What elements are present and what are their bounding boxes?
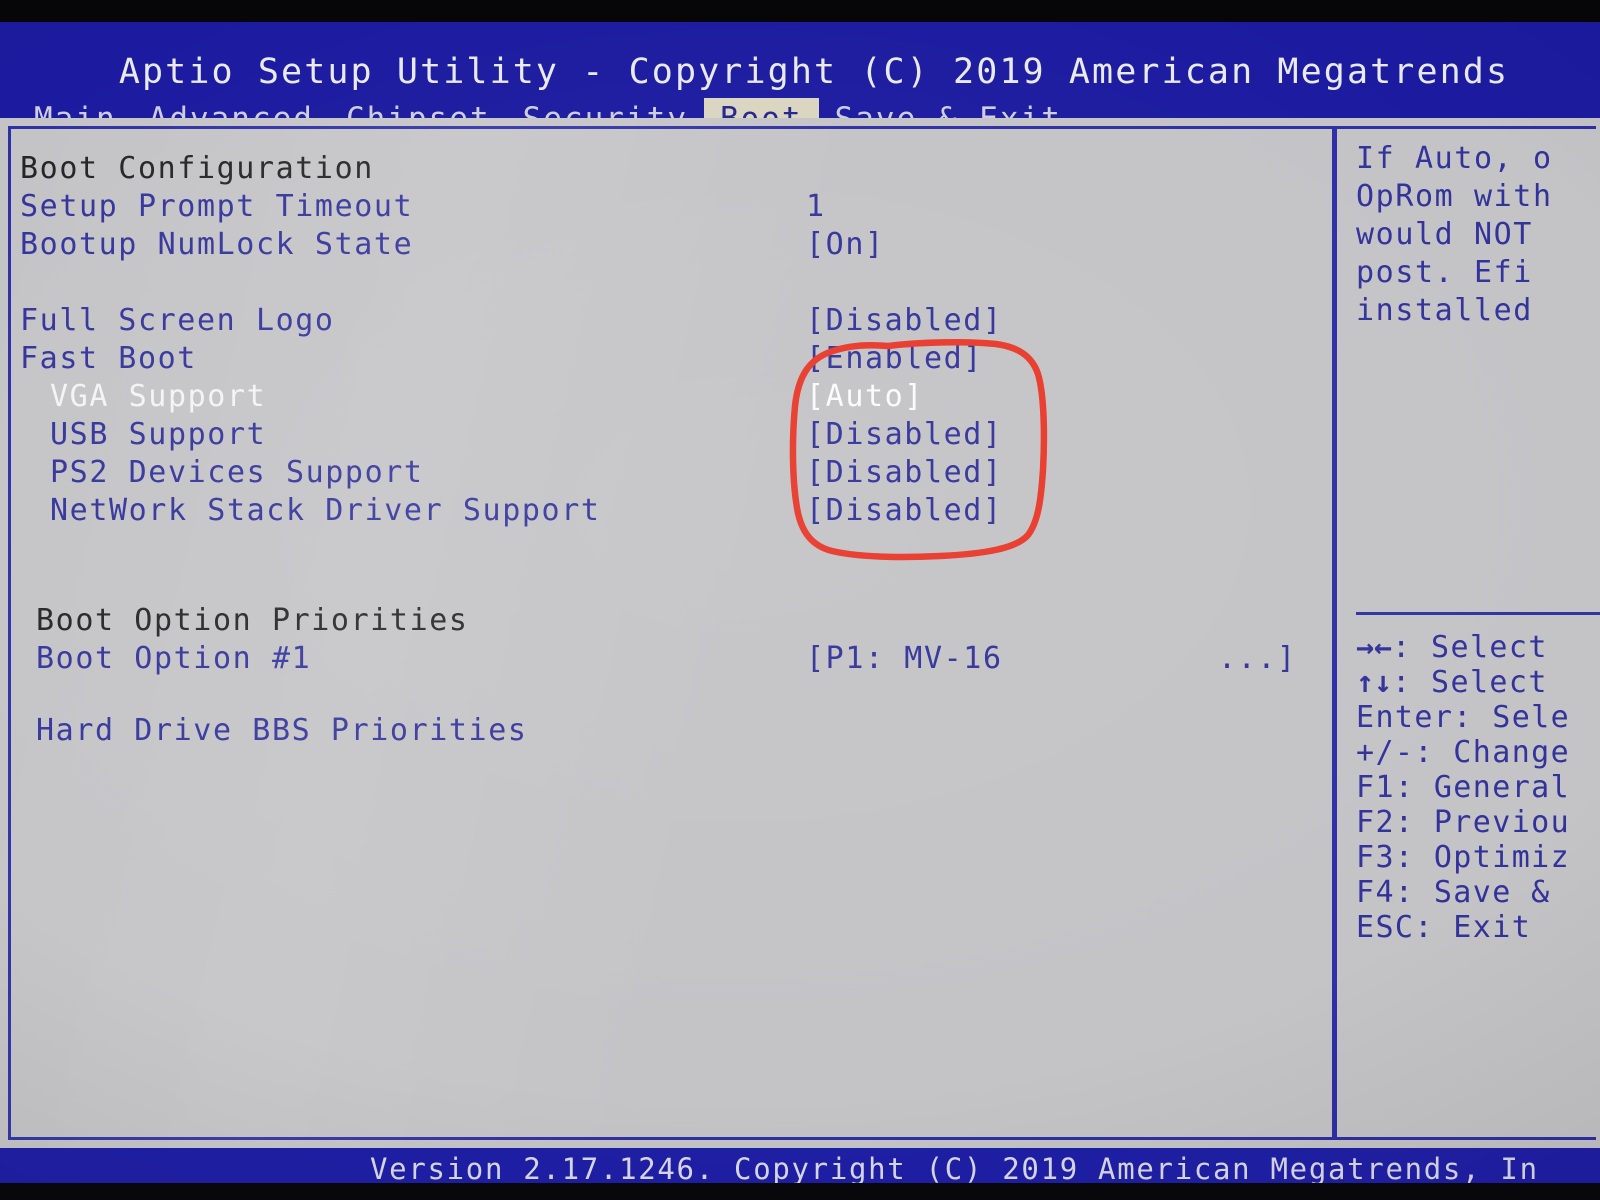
setting-label: Full Screen Logo bbox=[20, 303, 335, 338]
setting-value[interactable]: [Auto] bbox=[806, 378, 924, 416]
setting-label: Fast Boot bbox=[20, 341, 197, 376]
page-title: Aptio Setup Utility - Copyright (C) 2019… bbox=[118, 52, 1510, 92]
setting-label: Boot Option #1 bbox=[36, 641, 312, 676]
key-legend-row-f2: F2: Previou bbox=[1356, 805, 1571, 840]
key-legend-row-plus-minus: +/-: Change bbox=[1356, 735, 1571, 770]
key-legend: →←: Select ↑↓: Select Enter: Sele +/-: C… bbox=[1356, 630, 1600, 945]
setting-value[interactable]: [Disabled] bbox=[806, 454, 1003, 492]
setting-label: Boot Configuration bbox=[20, 151, 374, 186]
setting-value[interactable]: [Disabled] bbox=[806, 302, 1003, 340]
help-line: installed bbox=[1356, 293, 1533, 328]
setting-label: VGA Support bbox=[50, 379, 267, 414]
setting-label: Bootup NumLock State bbox=[20, 227, 414, 262]
setting-value[interactable]: [Disabled] bbox=[806, 492, 1003, 530]
setting-label: NetWork Stack Driver Support bbox=[50, 493, 601, 528]
footer-version-text: Version 2.17.1246. Copyright (C) 2019 Am… bbox=[370, 1152, 1539, 1186]
help-line: If Auto, o bbox=[1356, 141, 1553, 176]
key-legend-row-left-right: →←: Select bbox=[1356, 630, 1600, 665]
key-legend-row-enter: Enter: Sele bbox=[1356, 700, 1571, 735]
setting-label: Hard Drive BBS Priorities bbox=[36, 713, 528, 748]
help-line: would NOT bbox=[1356, 217, 1533, 252]
help-line: OpRom with bbox=[1356, 179, 1553, 214]
setting-label: Boot Option Priorities bbox=[36, 603, 469, 638]
setting-label: PS2 Devices Support bbox=[50, 455, 424, 490]
setting-value-truncation: ...] bbox=[1218, 641, 1297, 676]
setting-value[interactable]: [P1: MV-16 bbox=[806, 640, 1003, 678]
panel-vertical-divider bbox=[1332, 126, 1337, 1140]
setting-value[interactable]: 1 bbox=[806, 188, 826, 226]
monitor-bezel-top bbox=[0, 0, 1600, 22]
title-bar: Aptio Setup Utility - Copyright (C) 2019… bbox=[0, 22, 1600, 147]
key-legend-row-f3: F3: Optimiz bbox=[1356, 840, 1571, 875]
setting-label: Setup Prompt Timeout bbox=[20, 189, 414, 224]
key-legend-row-esc: ESC: Exit bbox=[1356, 910, 1532, 945]
key-legend-row-up-down: ↑↓: Select bbox=[1356, 665, 1600, 700]
key-legend-label: : Select bbox=[1392, 630, 1548, 665]
key-legend-label: : Select bbox=[1392, 665, 1548, 700]
help-line: post. Efi bbox=[1356, 255, 1533, 290]
key-legend-row-f4: F4: Save & bbox=[1356, 875, 1551, 910]
help-panel: If Auto, o OpRom with would NOT post. Ef… bbox=[1356, 140, 1600, 330]
setting-value[interactable]: [On] bbox=[806, 226, 885, 264]
arrow-left-right-icon: →← bbox=[1356, 630, 1393, 665]
help-panel-divider bbox=[1356, 612, 1600, 615]
settings-list: Boot Configuration Setup Prompt Timeout … bbox=[0, 118, 1320, 1140]
setting-value[interactable]: [Enabled] bbox=[806, 340, 983, 378]
setting-label: USB Support bbox=[50, 417, 267, 452]
key-legend-row-f1: F1: General bbox=[1356, 770, 1571, 805]
arrow-up-down-icon: ↑↓ bbox=[1356, 665, 1393, 700]
bios-setup-screen: Aptio Setup Utility - Copyright (C) 2019… bbox=[0, 0, 1600, 1200]
monitor-bezel-bottom bbox=[0, 1183, 1600, 1200]
setting-value[interactable]: [Disabled] bbox=[806, 416, 1003, 454]
